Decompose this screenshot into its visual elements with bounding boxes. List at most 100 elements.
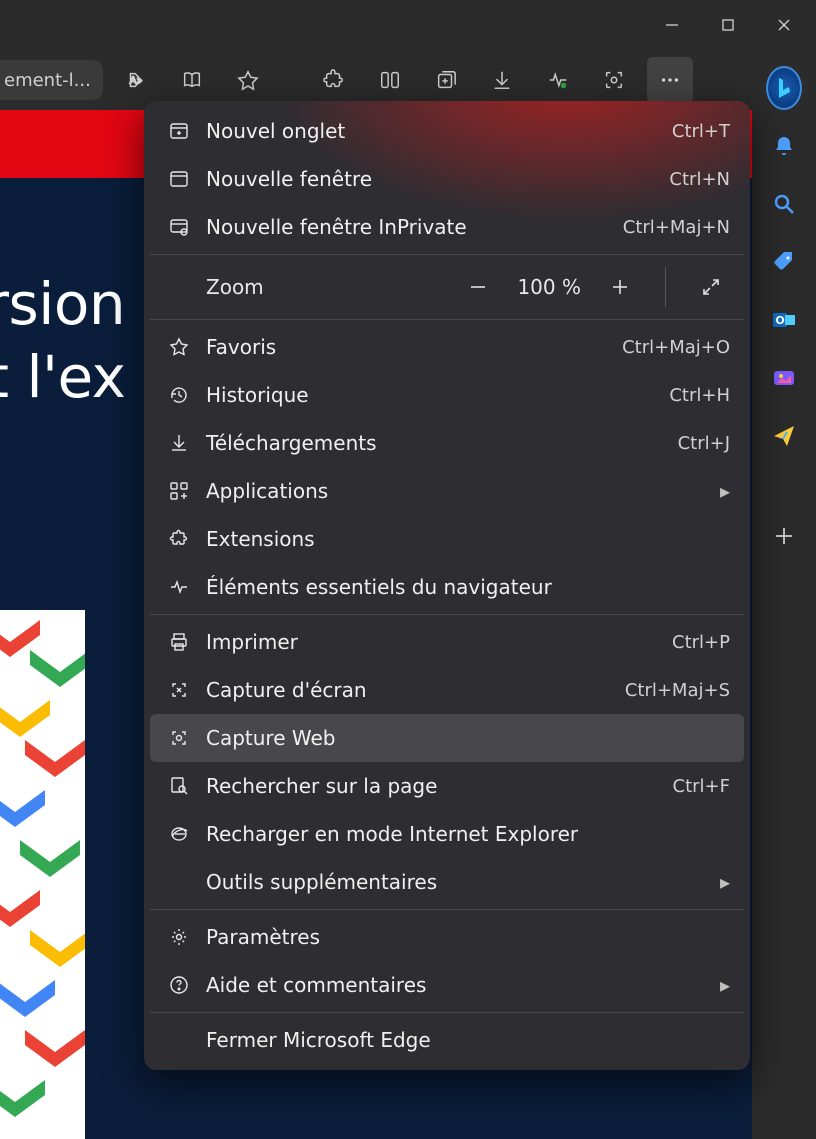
star-icon [164,337,194,357]
menu-shortcut: Ctrl+Maj+S [625,680,730,701]
heartbeat-icon [164,577,194,597]
menu-find[interactable]: Rechercher sur la page Ctrl+F [150,762,744,810]
menu-label: Nouvelle fenêtre InPrivate [206,215,623,239]
menu-shortcut: Ctrl+Maj+O [622,337,730,358]
apps-icon [164,481,194,501]
menu-apps[interactable]: Applications ▸ [150,467,744,515]
menu-label: Paramètres [206,925,730,949]
menu-label: Capture d'écran [206,678,625,702]
browser-essentials-icon[interactable] [535,57,581,103]
menu-history[interactable]: Historique Ctrl+H [150,371,744,419]
menu-settings[interactable]: Paramètres [150,913,744,961]
split-screen-icon[interactable] [367,57,413,103]
gmail-logo-art [0,610,85,1139]
notifications-icon[interactable] [766,128,802,164]
menu-shortcut: Ctrl+P [672,632,730,653]
menu-new-inprivate[interactable]: Nouvelle fenêtre InPrivate Ctrl+Maj+N [150,203,744,251]
menu-label: Aide et commentaires [206,973,720,997]
print-icon [164,632,194,652]
menu-screenshot[interactable]: Capture d'écran Ctrl+Maj+S [150,666,744,714]
menu-print[interactable]: Imprimer Ctrl+P [150,618,744,666]
new-tab-icon [164,121,194,141]
menu-new-tab[interactable]: Nouvel onglet Ctrl+T [150,107,744,155]
reading-view-icon[interactable] [169,57,215,103]
menu-separator [150,614,744,615]
submenu-arrow-icon: ▸ [720,973,730,997]
addressbar-text: ement-l... [4,70,91,91]
ie-icon [164,824,194,844]
favorite-star-icon[interactable] [225,57,271,103]
menu-shortcut: Ctrl+N [669,169,730,190]
addressbar-fragment[interactable]: ement-l... [0,60,103,100]
menu-label: Outils supplémentaires [206,870,720,894]
headline-line-2: nt l'ex [0,343,125,411]
more-menu-button[interactable] [647,57,693,103]
menu-label: Favoris [206,335,622,359]
inprivate-icon [164,217,194,237]
zoom-in-button[interactable] [601,268,639,306]
find-icon [164,776,194,796]
zoom-label: Zoom [206,275,459,299]
menu-new-window[interactable]: Nouvelle fenêtre Ctrl+N [150,155,744,203]
send-icon[interactable] [766,418,802,454]
menu-close-edge[interactable]: Fermer Microsoft Edge [150,1016,744,1064]
edge-sidebar: O [752,50,816,1139]
menu-shortcut: Ctrl+J [678,433,730,454]
menu-ie-mode[interactable]: Recharger en mode Internet Explorer [150,810,744,858]
puzzle-icon [164,529,194,549]
screenshot-icon [164,680,194,700]
collections-icon[interactable] [423,57,469,103]
menu-label: Téléchargements [206,431,678,455]
menu-downloads[interactable]: Téléchargements Ctrl+J [150,419,744,467]
headline-line-1: ersion [0,270,125,338]
shopping-tag-icon[interactable] [766,244,802,280]
menu-label: Extensions [206,527,730,551]
window-titlebar [0,0,816,50]
bing-chat-icon[interactable] [766,70,802,106]
submenu-arrow-icon: ▸ [720,479,730,503]
screenshot-toolbar-icon[interactable] [591,57,637,103]
downloads-toolbar-icon[interactable] [479,57,525,103]
menu-essentials[interactable]: Éléments essentiels du navigateur [150,563,744,611]
read-aloud-icon[interactable]: A» [113,57,159,103]
menu-label: Nouvelle fenêtre [206,167,669,191]
web-capture-icon [164,728,194,748]
extensions-toolbar-icon[interactable] [311,57,357,103]
menu-web-capture[interactable]: Capture Web [150,714,744,762]
settings-menu: Nouvel onglet Ctrl+T Nouvelle fenêtre Ct… [144,101,750,1070]
menu-separator [150,1012,744,1013]
minimize-button[interactable] [646,5,698,45]
designer-icon[interactable] [766,360,802,396]
submenu-arrow-icon: ▸ [720,870,730,894]
menu-separator [150,319,744,320]
menu-label: Éléments essentiels du navigateur [206,575,730,599]
menu-separator [150,254,744,255]
menu-label: Imprimer [206,630,672,654]
menu-shortcut: Ctrl+T [672,121,730,142]
menu-label: Recharger en mode Internet Explorer [206,822,730,846]
close-window-button[interactable] [758,5,810,45]
menu-favorites[interactable]: Favoris Ctrl+Maj+O [150,323,744,371]
add-sidebar-icon[interactable] [766,518,802,554]
help-icon [164,975,194,995]
svg-text:A»: A» [129,76,142,87]
menu-label: Historique [206,383,669,407]
search-sidebar-icon[interactable] [766,186,802,222]
new-window-icon [164,169,194,189]
menu-more-tools[interactable]: Outils supplémentaires ▸ [150,858,744,906]
outlook-icon[interactable]: O [766,302,802,338]
menu-help[interactable]: Aide et commentaires ▸ [150,961,744,1009]
menu-extensions[interactable]: Extensions [150,515,744,563]
zoom-out-button[interactable] [459,268,497,306]
maximize-button[interactable] [702,5,754,45]
menu-shortcut: Ctrl+H [669,385,730,406]
menu-label: Capture Web [206,726,730,750]
menu-shortcut: Ctrl+Maj+N [623,217,730,238]
svg-text:O: O [775,314,784,327]
gear-icon [164,927,194,947]
history-icon [164,385,194,405]
download-icon [164,433,194,453]
fullscreen-button[interactable] [692,268,730,306]
menu-zoom-row: Zoom 100 % [150,258,744,316]
menu-label: Nouvel onglet [206,119,672,143]
